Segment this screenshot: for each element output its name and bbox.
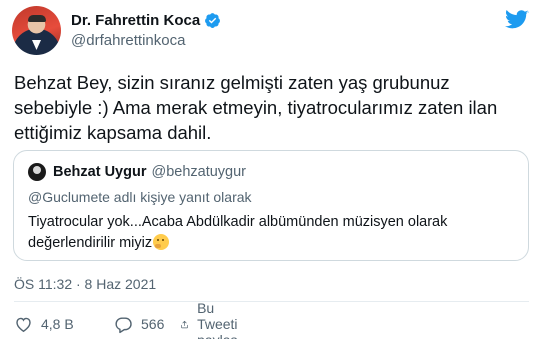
- quoted-reply-context: @Guclumete adlı kişiye yanıt olarak: [28, 189, 252, 205]
- avatar-hair: [28, 15, 46, 22]
- like-button[interactable]: 4,8 B: [14, 314, 74, 334]
- reply-button[interactable]: 566: [114, 314, 164, 334]
- quoted-header: Behzat Uygur @behzatuygur: [28, 163, 246, 181]
- avatar-collar: [32, 40, 41, 50]
- share-button[interactable]: Bu Tweeti paylaş: [180, 300, 247, 339]
- tweet-timestamp[interactable]: ÖS 11:32 · 8 Haz 2021: [14, 276, 156, 292]
- quoted-tweet[interactable]: Behzat Uygur @behzatuygur @Guclumete adl…: [13, 150, 529, 261]
- quoted-handle: @behzatuygur: [151, 164, 246, 180]
- verified-badge-icon: [205, 12, 221, 28]
- author-display-name[interactable]: Dr. Fahrettin Koca: [71, 12, 200, 29]
- quoted-avatar: [28, 163, 46, 181]
- heart-icon: [16, 317, 31, 332]
- thinking-face-emoji: [153, 234, 170, 250]
- reply-bubble-icon: [115, 316, 132, 333]
- share-icon: [181, 320, 188, 328]
- tweet-actions: 4,8 B 566 Bu Tweeti paylaş: [14, 300, 238, 339]
- tweet-card: Dr. Fahrettin Koca @drfahrettinkoca Behz…: [0, 0, 542, 339]
- divider: [14, 301, 529, 302]
- author-avatar[interactable]: [12, 6, 61, 55]
- share-label: Bu Tweeti paylaş: [197, 300, 238, 339]
- quoted-display-name: Behzat Uygur: [53, 164, 147, 180]
- quoted-text-wrapper: Tiyatrocular yok...Acaba Abdülkadir albü…: [28, 212, 518, 254]
- author-handle[interactable]: @drfahrettinkoca: [71, 32, 185, 49]
- quoted-text: Tiyatrocular yok...Acaba Abdülkadir albü…: [28, 214, 448, 251]
- tweet-text: Behzat Bey, sizin sıranız gelmişti zaten…: [14, 72, 498, 143]
- twitter-bird-icon[interactable]: [505, 10, 529, 30]
- reply-count: 566: [141, 316, 165, 332]
- author-name-row: Dr. Fahrettin Koca: [71, 10, 221, 30]
- like-count: 4,8 B: [41, 316, 74, 332]
